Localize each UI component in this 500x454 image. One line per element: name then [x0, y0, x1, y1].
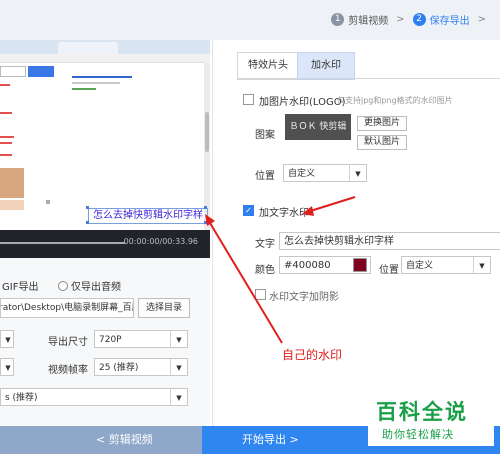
text-position-select[interactable]: 自定义 ▼	[401, 256, 491, 274]
dropdown-arrow-icon: ▼	[170, 359, 187, 375]
dropdown-arrow-icon: ▼	[170, 331, 187, 347]
settings-panel: 特效片头 加水印 加图片水印(LOGO) 仅支持jpg和png格式的水印图片 图…	[212, 40, 500, 426]
video-preview: 怎么去掉快剪辑水印字样	[0, 40, 210, 230]
watermark-text-input[interactable]: 怎么去掉快剪辑水印字样	[279, 232, 500, 250]
preview-text-line	[72, 82, 120, 84]
video-player-bar: 00:00:00/00:33.96	[0, 230, 210, 258]
text-label: 文字	[255, 239, 275, 250]
gif-export-option[interactable]: GIF导出	[2, 278, 38, 293]
audio-only-option[interactable]: 仅导出音频	[58, 278, 121, 293]
browser-tab	[58, 42, 118, 54]
preview-red-line	[0, 112, 12, 114]
resize-handle[interactable]	[86, 206, 89, 209]
step-2-label[interactable]: 保存导出	[430, 12, 470, 27]
preview-thumbnail	[0, 168, 24, 198]
default-image-button[interactable]: 默认图片	[357, 135, 407, 150]
radio-icon[interactable]	[58, 281, 68, 291]
choose-directory-button[interactable]: 选择目录	[138, 298, 190, 318]
start-export-label: 开始导出 >	[242, 433, 299, 446]
image-watermark-label: 加图片水印(LOGO)	[259, 97, 346, 108]
image-watermark-hint: 仅支持jpg和png格式的水印图片	[337, 96, 453, 105]
audio-only-label: 仅导出音频	[71, 282, 121, 293]
brand-logo: 百科全说 助你轻松解决	[368, 394, 494, 446]
bitrate-value: s (推荐)	[5, 393, 38, 403]
color-value: #400080	[284, 260, 331, 271]
quality-select[interactable]: ▼	[0, 358, 14, 376]
dropdown-arrow-icon: ▼	[349, 165, 366, 181]
preview-link-line	[72, 76, 132, 78]
annotation-label: 自己的水印	[282, 348, 343, 362]
preview-red-line	[0, 136, 14, 138]
text-shadow-label: 水印文字加阴影	[269, 292, 339, 303]
image-watermark-checkbox[interactable]	[243, 94, 254, 105]
bitrate-select[interactable]: s (推荐) ▼	[0, 388, 188, 406]
text-watermark-label: 加文字水印	[259, 208, 309, 219]
text-watermark-overlay[interactable]: 怎么去掉快剪辑水印字样	[88, 208, 208, 224]
preview-scrollbar-thumb[interactable]	[205, 112, 209, 152]
resize-handle[interactable]	[204, 206, 207, 209]
back-button-label: < 剪辑视频	[96, 433, 153, 446]
image-position-select[interactable]: 自定义 ▼	[283, 164, 367, 182]
browser-address-bar	[0, 54, 210, 63]
output-path-field[interactable]: rator\Desktop\电脑录制屏幕_百度	[0, 298, 134, 318]
text-watermark-checkbox[interactable]: ✓	[243, 205, 254, 216]
color-label: 颜色	[255, 265, 275, 276]
color-swatch[interactable]	[353, 258, 367, 272]
preview-red-line	[0, 84, 10, 86]
dropdown-arrow-icon: ▼	[5, 336, 11, 344]
browser-search-button	[28, 66, 54, 77]
back-button[interactable]: < 剪辑视频	[0, 426, 210, 454]
format-select[interactable]: ▼	[0, 330, 14, 348]
change-image-button[interactable]: 更换图片	[357, 116, 407, 131]
dropdown-arrow-icon: ▼	[473, 257, 490, 273]
brand-title: 百科全说	[376, 400, 468, 424]
watermark-image-preview: ＢＯＫ 快剪辑	[285, 114, 351, 140]
tab-watermark[interactable]: 加水印	[297, 52, 355, 80]
framerate-label: 视频帧率	[48, 365, 88, 376]
gif-export-label: GIF导出	[2, 282, 39, 293]
chevron-right-icon: >	[477, 14, 486, 25]
framerate-value: 25 (推荐)	[99, 363, 139, 373]
playback-time: 00:00:00/00:33.96	[123, 237, 198, 246]
left-panel: 怎么去掉快剪辑水印字样 00:00:00/00:33.96 GIF导出 仅导出音…	[0, 40, 210, 426]
text-position-value: 自定义	[406, 261, 434, 271]
step-indicator: 1 剪辑视频 > 2 保存导出 >	[331, 12, 494, 27]
logo-icon: ＢＯＫ	[289, 122, 320, 132]
export-size-select[interactable]: 720P ▼	[94, 330, 188, 348]
framerate-select[interactable]: 25 (推荐) ▼	[94, 358, 188, 376]
export-size-label: 导出尺寸	[48, 337, 88, 348]
browser-search-box	[0, 66, 26, 77]
preview-red-line	[0, 154, 12, 156]
preview-red-line	[0, 142, 12, 144]
dropdown-arrow-icon: ▼	[170, 389, 187, 405]
preview-dot	[46, 200, 50, 204]
tab-effects[interactable]: 特效片头	[237, 52, 299, 80]
export-size-value: 720P	[99, 335, 122, 345]
dropdown-arrow-icon: ▼	[5, 364, 11, 372]
resize-handle[interactable]	[86, 221, 89, 224]
image-position-label: 位置	[255, 171, 275, 182]
preview-url-line	[72, 88, 96, 90]
step-2-number: 2	[412, 13, 426, 26]
tab-divider	[237, 78, 500, 79]
step-1-number: 1	[331, 13, 345, 26]
brand-slogan: 助你轻松解决	[382, 428, 454, 441]
pattern-label: 图案	[255, 130, 275, 141]
step-1-label[interactable]: 剪辑视频	[348, 12, 388, 27]
image-position-value: 自定义	[288, 169, 316, 179]
resize-handle[interactable]	[204, 221, 207, 224]
text-position-label: 位置	[379, 265, 399, 276]
text-shadow-checkbox[interactable]	[255, 289, 266, 300]
chevron-right-icon: >	[396, 14, 405, 25]
top-bar: 1 剪辑视频 > 2 保存导出 >	[0, 0, 500, 40]
watermark-preview-text: 快剪辑	[319, 122, 347, 132]
progress-track[interactable]	[0, 242, 125, 244]
preview-thumbnail	[0, 200, 24, 210]
